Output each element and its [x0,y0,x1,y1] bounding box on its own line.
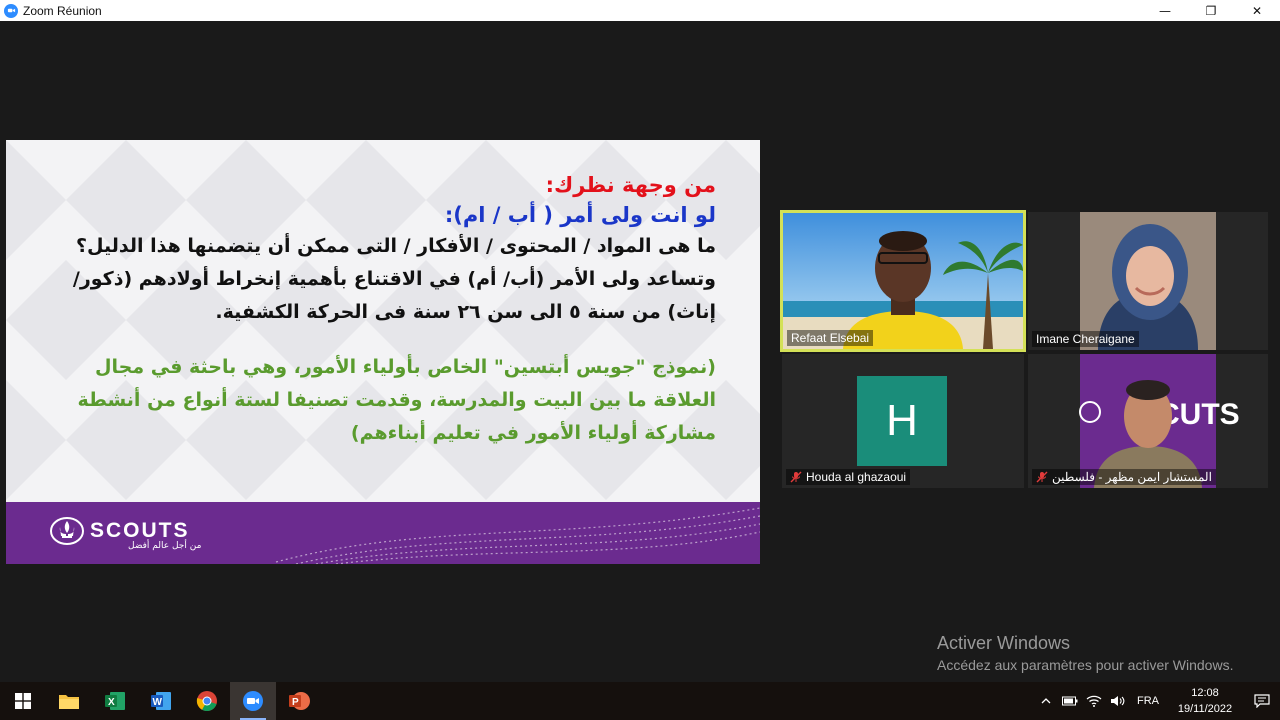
taskbar-zoom[interactable] [230,682,276,720]
participant-tile[interactable]: SCUTS المستشار ايمن مظهر - فلسطين [1028,354,1268,488]
slide-paragraph-model: (نموذج "جويس أبتسين" الخاص بأولياء الأمو… [77,356,716,444]
taskbar-file-explorer[interactable] [46,682,92,720]
notification-icon [1254,694,1270,708]
clock-date: 19/11/2022 [1177,703,1233,715]
windows-taskbar: X W P FRA 12:08 19/11/2022 [0,682,1280,720]
word-icon: W [151,692,171,710]
slide-text: من وجهة نظرك: لو انت ولى أمر ( أب / ام):… [46,170,716,450]
participant-video [783,213,1023,349]
participant-name-label: Imane Cheraigane [1032,331,1139,347]
taskbar-word[interactable]: W [138,682,184,720]
wifi-icon [1086,695,1102,707]
taskbar-chrome[interactable] [184,682,230,720]
participant-name-label: المستشار ايمن مظهر - فلسطين [1032,469,1216,485]
shared-slide[interactable]: من وجهة نظرك: لو انت ولى أمر ( أب / ام):… [6,140,760,564]
participant-name: المستشار ايمن مظهر - فلسطين [1052,470,1212,484]
slide-heading-parent: لو انت ولى أمر ( أب / ام): [444,203,716,227]
excel-icon: X [105,692,125,710]
window-title: Zoom Réunion [23,3,102,18]
slide-footer-band: SCOUTS من أجل عالم أفضل [6,502,760,564]
participant-name: Imane Cheraigane [1036,332,1135,346]
participant-tile[interactable]: H Houda al ghazaoui [782,354,1024,488]
taskbar-excel[interactable]: X [92,682,138,720]
watermark-subtitle: Accédez aux paramètres pour activer Wind… [937,657,1234,673]
notification-center-button[interactable] [1244,682,1280,720]
participant-tile-active-speaker[interactable]: Refaat Elsebai [780,210,1026,352]
speaker-icon [1111,696,1125,706]
zoom-app-icon [4,3,18,18]
system-tray: FRA 12:08 19/11/2022 [1034,682,1280,720]
slide-heading-question: من وجهة نظرك: [545,173,716,197]
slide-paragraph-main: ما هى المواد / المحتوى / الأفكار / التى … [72,235,716,323]
folder-icon [59,695,79,709]
participant-name-label: Houda al ghazaoui [786,469,911,485]
powerpoint-icon: P [289,692,310,710]
scouts-logo-text: SCOUTS [90,519,190,542]
start-button[interactable] [0,682,46,720]
chrome-icon [196,691,217,712]
windows-activation-watermark: Activer Windows Accédez aux paramètres p… [937,632,1233,675]
svg-text:X: X [108,697,115,708]
window-titlebar: Zoom Réunion — ❐ ✕ [0,0,1280,21]
input-language-indicator[interactable]: FRA [1130,695,1166,707]
participant-video [1028,212,1268,350]
svg-text:W: W [153,697,163,708]
participant-name: Refaat Elsebai [791,331,870,345]
tray-overflow-button[interactable] [1034,682,1058,720]
participant-avatar: H [857,376,947,466]
tray-network[interactable] [1082,682,1106,720]
participant-video: SCUTS [1028,354,1268,488]
mic-muted-icon [1036,471,1048,483]
zoom-icon [243,691,263,711]
close-button[interactable]: ✕ [1234,0,1280,21]
clock-time: 12:08 [1191,687,1219,699]
minimize-button[interactable]: — [1142,0,1188,21]
battery-icon [1062,696,1078,706]
restore-button[interactable]: ❐ [1188,0,1234,21]
participant-name-label: Refaat Elsebai [787,330,874,346]
tray-volume[interactable] [1106,682,1130,720]
tray-battery[interactable] [1058,682,1082,720]
participant-tile[interactable]: Imane Cheraigane [1028,212,1268,350]
mic-muted-icon [790,471,802,483]
chevron-up-icon [1041,698,1051,704]
meeting-stage: من وجهة نظرك: لو انت ولى أمر ( أب / ام):… [0,21,1280,682]
windows-logo-icon [15,693,31,709]
participant-name: Houda al ghazaoui [806,470,907,484]
scouts-logo: SCOUTS من أجل عالم أفضل [50,516,201,551]
fleur-de-lis-icon [50,517,84,545]
svg-text:P: P [292,697,299,708]
window-controls: — ❐ ✕ [1142,0,1280,21]
taskbar-clock[interactable]: 12:08 19/11/2022 [1166,685,1244,717]
watermark-title: Activer Windows [937,633,1071,653]
taskbar-powerpoint[interactable]: P [276,682,322,720]
scouts-tagline: من أجل عالم أفضل [128,541,202,551]
